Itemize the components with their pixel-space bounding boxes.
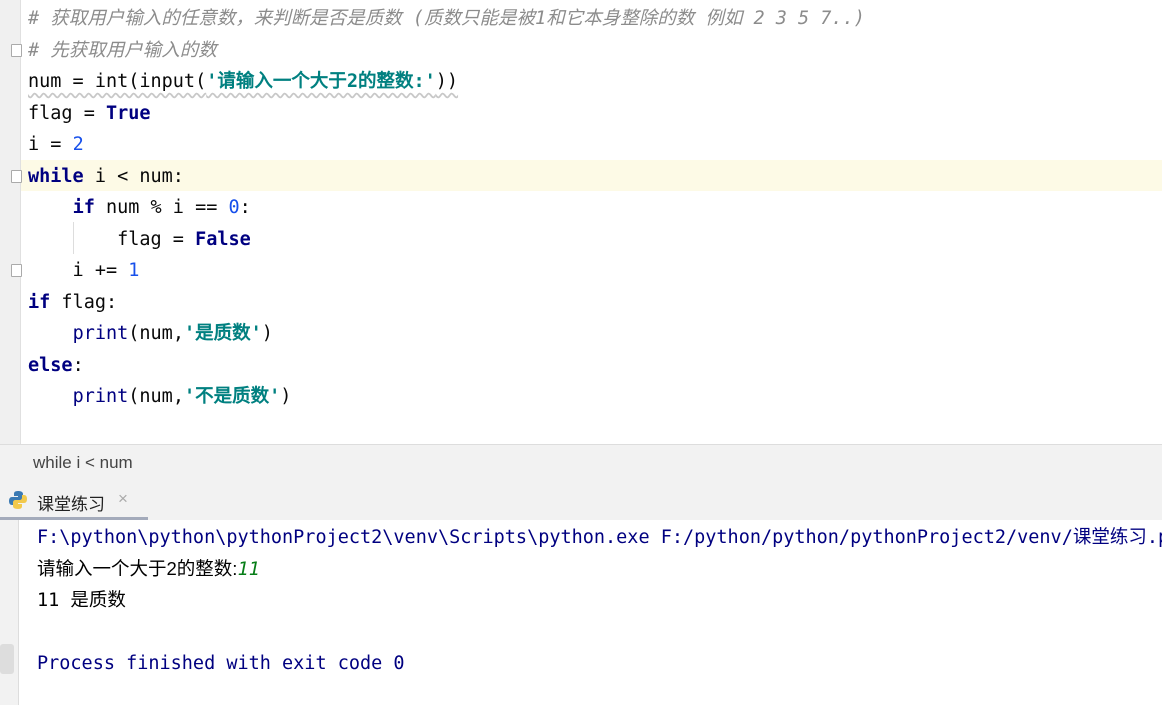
console-command: F:\python\python\pythonProject2\venv\Scr… <box>37 527 1162 548</box>
code-token: '请输入一个大于2的整数:' <box>206 71 436 92</box>
code-token: 2 <box>72 134 84 155</box>
code-token: i += <box>28 260 129 281</box>
code-line: while i < num: <box>28 161 184 192</box>
console-input: 11 <box>237 559 260 580</box>
code-token: else <box>28 354 73 376</box>
code-token: ) <box>280 386 292 407</box>
code-token: )) <box>435 71 459 92</box>
code-line: num = int(input('请输入一个大于2的整数:')) <box>28 66 458 97</box>
run-tool-window-tabs: 课堂练习 × <box>0 481 1162 520</box>
code-token: i = <box>28 134 73 155</box>
code-token: '是质数' <box>183 323 262 344</box>
code-token: False <box>195 228 251 250</box>
code-token: : <box>72 354 84 376</box>
code-token: print <box>72 323 129 344</box>
code-line: print(num,'不是质数') <box>28 381 292 412</box>
code-line: print(num,'是质数') <box>28 318 273 349</box>
tab-label: 课堂练习 <box>37 495 105 514</box>
code-token: while <box>28 165 84 187</box>
close-icon[interactable]: × <box>118 489 128 509</box>
code-line: else: <box>28 350 84 381</box>
code-token: flag = <box>28 102 106 124</box>
current-line-highlight <box>21 160 1162 191</box>
code-line: # 获取用户输入的任意数，来判断是否是质数 (质数只能是被1和它本身整除的数 例… <box>28 3 865 34</box>
code-token: '不是质数' <box>183 386 281 407</box>
code-token: print <box>72 386 129 407</box>
breadcrumb-bar: while i < num <box>0 444 1162 482</box>
scroll-to-end-icon[interactable] <box>0 644 14 674</box>
code-token: num = int(input( <box>28 71 207 92</box>
console-prompt-line: 请输入一个大于2的整数:11 <box>37 553 260 584</box>
editor-gutter <box>0 0 21 444</box>
code-line: if flag: <box>28 287 117 318</box>
code-line: flag = True <box>28 98 151 129</box>
fold-marker-icon[interactable] <box>11 264 22 277</box>
code-token: flag: <box>50 291 118 313</box>
tab-run-console[interactable]: 课堂练习 × <box>0 481 148 520</box>
python-icon <box>9 491 27 509</box>
fold-marker-icon[interactable] <box>11 170 22 183</box>
fold-marker-icon[interactable] <box>11 44 22 57</box>
code-token: 0 <box>228 197 240 218</box>
code-token: num % i == <box>94 197 229 218</box>
code-line: i = 2 <box>28 129 84 160</box>
code-token: (num, <box>128 386 184 407</box>
code-line: # 先获取用户输入的数 <box>28 35 217 66</box>
console-output-line: 11 是质数 <box>37 590 126 611</box>
code-token: ) <box>261 323 273 344</box>
code-line: i += 1 <box>28 255 140 286</box>
code-line: if num % i == 0: <box>28 192 251 223</box>
code-editor[interactable]: # 获取用户输入的任意数，来判断是否是质数 (质数只能是被1和它本身整除的数 例… <box>0 0 1162 444</box>
code-token: if <box>28 291 51 313</box>
code-token: : <box>239 197 251 218</box>
breadcrumb[interactable]: while i < num <box>33 453 133 473</box>
code-token: # 获取用户输入的任意数，来判断是否是质数 (质数只能是被1和它本身整除的数 例… <box>28 8 865 29</box>
console-toolbar <box>0 520 19 705</box>
code-token: (num, <box>128 323 184 344</box>
code-token: 1 <box>128 260 140 281</box>
code-token: i < num: <box>83 165 184 187</box>
code-token: flag = <box>28 228 196 250</box>
console-prompt: 请输入一个大于2的整数: <box>37 558 238 579</box>
console-exit-message: Process finished with exit code 0 <box>37 653 405 674</box>
code-line: flag = False <box>28 224 251 255</box>
code-token: # 先获取用户输入的数 <box>28 39 217 61</box>
code-token: if <box>72 197 95 218</box>
code-token: True <box>105 102 151 124</box>
